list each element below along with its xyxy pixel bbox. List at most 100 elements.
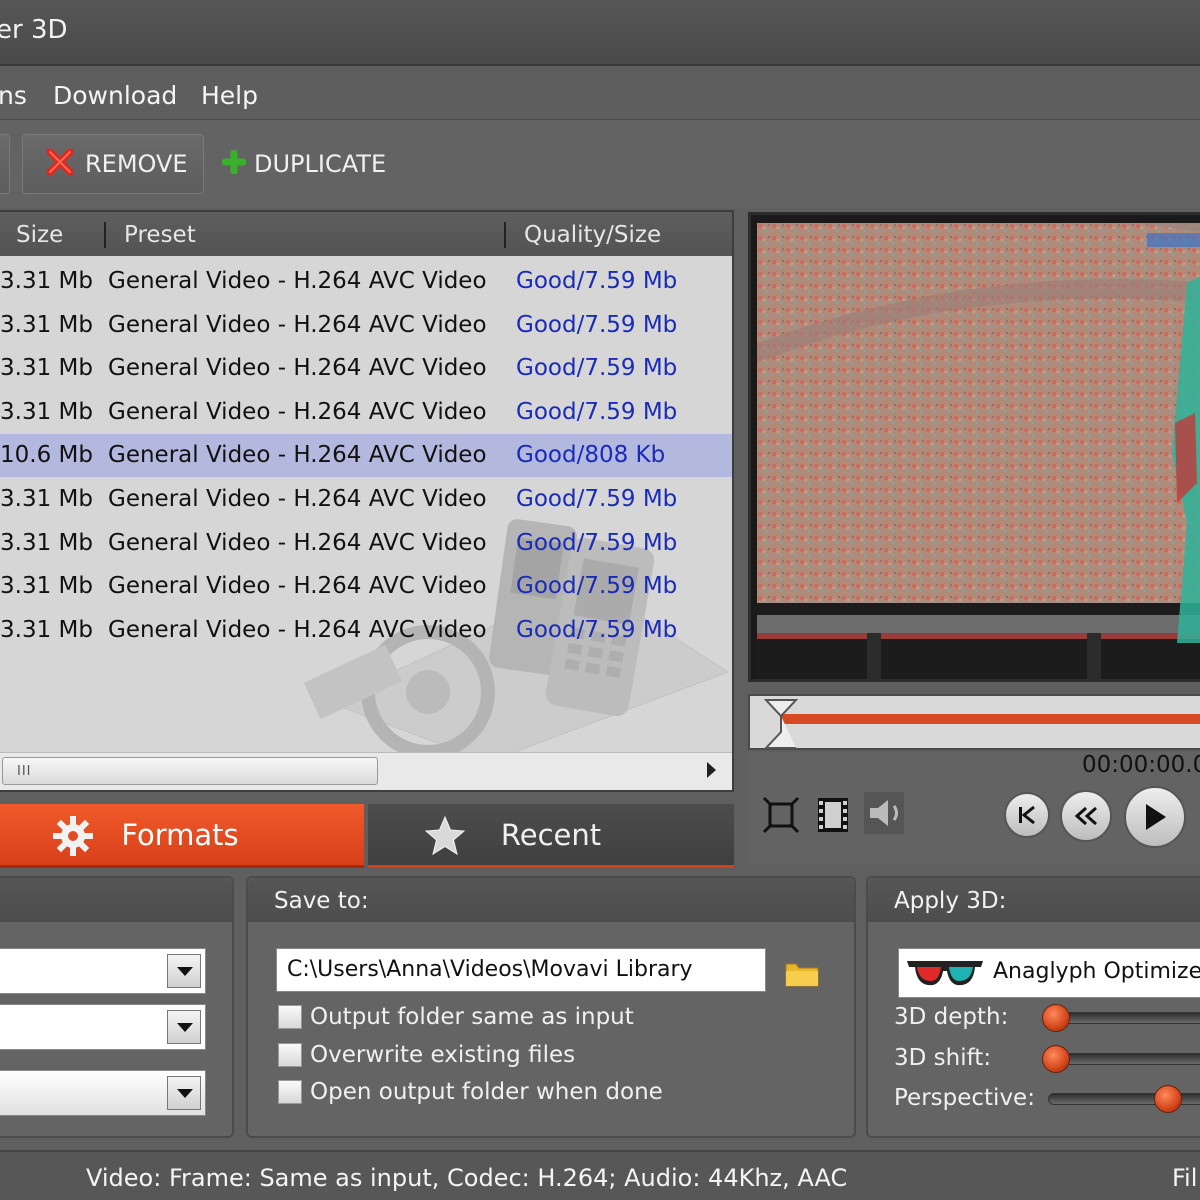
fullscreen-icon[interactable] (762, 796, 800, 838)
apply-3d-panel: Apply 3D: Anaglyph Optimized 3D depth: 3… (866, 876, 1200, 1138)
status-text-right: Fil (1172, 1164, 1198, 1192)
cell-preset: General Video - H.264 AVC Video (108, 355, 487, 382)
cell-quality-size[interactable]: Good/7.59 Mb (516, 486, 677, 512)
folder-icon[interactable] (784, 958, 820, 992)
status-bar: Video: Frame: Same as input, Codec: H.26… (0, 1150, 1200, 1200)
column-header-quality[interactable]: Quality/Size (524, 222, 661, 248)
3d-depth-slider-knob[interactable] (1042, 1004, 1070, 1032)
checkbox-overwrite-files[interactable]: Overwrite existing files (278, 1042, 575, 1068)
file-list: Size Preset Quality/Size 3.31 Mb General … (0, 210, 734, 792)
3d-shift-slider[interactable] (1048, 1053, 1200, 1065)
save-to-panel: Save to: C:\Users\Anna\Videos\Movavi Lib… (246, 876, 856, 1138)
output-path-input[interactable]: C:\Users\Anna\Videos\Movavi Library (276, 948, 766, 992)
horizontal-scrollbar[interactable]: III (0, 752, 732, 790)
cell-quality-size[interactable]: Good/7.59 Mb (516, 312, 677, 338)
cell-preset: General Video - H.264 AVC Video (108, 616, 487, 643)
remove-button[interactable]: REMOVE (22, 134, 204, 194)
anaglyph-glasses-icon (905, 953, 985, 997)
3d-depth-label: 3D depth: (894, 1004, 1009, 1030)
menu-item-help[interactable]: Help (201, 81, 258, 110)
checkbox-label: Output folder same as input (310, 1004, 634, 1030)
table-row[interactable]: 3.31 Mb General Video - H.264 AVC Video Go… (0, 565, 732, 608)
cell-size: 3.31 Mb (0, 573, 93, 600)
checkbox-box[interactable] (278, 1043, 302, 1067)
title-bar: er 3D (0, 0, 1200, 66)
column-header-preset[interactable]: Preset (124, 222, 196, 248)
chevron-down-icon[interactable] (167, 1010, 201, 1044)
output-format-select[interactable] (0, 948, 206, 994)
toolbar: REMOVE DUPLICATE (0, 120, 1200, 208)
checkbox-label: Overwrite existing files (310, 1042, 576, 1068)
cell-quality-size[interactable]: Good/7.59 Mb (516, 268, 677, 294)
table-row[interactable]: 3.31 Mb General Video - H.264 AVC Video Go… (0, 522, 732, 565)
apply-3d-title: Apply 3D: (894, 888, 1007, 914)
column-separator[interactable] (504, 222, 506, 248)
cell-quality-size[interactable]: Good/7.59 Mb (516, 355, 677, 381)
film-strip-icon[interactable] (816, 796, 850, 838)
table-row[interactable]: 3.31 Mb General Video - H.264 AVC Video Go… (0, 609, 732, 652)
checkbox-open-folder-when-done[interactable]: Open output folder when done (278, 1079, 663, 1105)
perspective-slider-knob[interactable] (1154, 1085, 1182, 1113)
checkbox-box[interactable] (278, 1005, 302, 1029)
cell-size: 3.31 Mb (0, 398, 93, 425)
3d-shift-slider-knob[interactable] (1042, 1045, 1070, 1073)
output-path-value: C:\Users\Anna\Videos\Movavi Library (287, 957, 693, 982)
playhead-marker-icon[interactable] (760, 698, 800, 750)
output-quality-select[interactable] (0, 1070, 206, 1116)
duplicate-button[interactable]: DUPLICATE (221, 134, 387, 194)
scrollbar-thumb[interactable]: III (2, 757, 378, 785)
checkbox-box[interactable] (278, 1080, 302, 1104)
video-preview[interactable] (748, 212, 1200, 682)
scroll-right-arrow-icon[interactable] (707, 762, 716, 778)
table-row[interactable]: 10.6 Mb General Video - H.264 AVC Video Go… (0, 434, 732, 478)
duplicate-label: DUPLICATE (254, 150, 387, 178)
timeline-slider[interactable] (748, 694, 1200, 750)
column-header-size[interactable]: Size (16, 222, 63, 248)
output-settings-panel (0, 876, 234, 1138)
3d-depth-slider[interactable] (1048, 1012, 1200, 1024)
table-row[interactable]: 3.31 Mb General Video - H.264 AVC Video Go… (0, 478, 732, 521)
chevron-down-icon[interactable] (167, 954, 201, 988)
menu-item-settings[interactable]: ns (0, 81, 27, 110)
volume-icon[interactable] (864, 792, 904, 834)
cell-quality-size[interactable]: Good/7.59 Mb (516, 573, 677, 599)
cell-quality-size[interactable]: Good/7.59 Mb (516, 617, 677, 643)
gear-icon (52, 815, 94, 864)
table-row[interactable]: 3.31 Mb General Video - H.264 AVC Video Go… (0, 391, 732, 434)
3d-mode-select[interactable]: Anaglyph Optimized (898, 948, 1200, 998)
3d-shift-label: 3D shift: (894, 1045, 992, 1071)
3d-mode-value: Anaglyph Optimized (993, 959, 1200, 984)
cell-quality-size[interactable]: Good/7.59 Mb (516, 530, 677, 556)
cell-quality-size[interactable]: Good/7.59 Mb (516, 399, 677, 425)
skip-start-icon (1019, 805, 1035, 825)
checkbox-output-same-folder[interactable]: Output folder same as input (278, 1004, 634, 1030)
table-row[interactable]: 3.31 Mb General Video - H.264 AVC Video Go… (0, 304, 732, 347)
cell-preset: General Video - H.264 AVC Video (108, 268, 487, 294)
play-button[interactable] (1124, 786, 1186, 848)
cell-size: 3.31 Mb (0, 355, 93, 382)
cell-quality-size[interactable]: Good/808 Kb (516, 442, 665, 468)
output-preset-select[interactable] (0, 1004, 206, 1050)
menu-item-download[interactable]: Download (53, 81, 177, 110)
output-settings-header (0, 878, 232, 922)
cell-preset: General Video - H.264 AVC Video (108, 486, 487, 512)
chevron-down-icon[interactable] (167, 1076, 201, 1110)
toolbar-button-previous[interactable] (0, 134, 10, 194)
column-separator[interactable] (104, 222, 106, 248)
cell-preset: General Video - H.264 AVC Video (108, 398, 487, 425)
table-row[interactable]: 3.31 Mb General Video - H.264 AVC Video Go… (0, 347, 732, 390)
menu-bar: ns Download Help (0, 66, 1200, 120)
rewind-button[interactable] (1060, 790, 1112, 842)
cell-size: 3.31 Mb (0, 616, 93, 643)
player-controls: 00:00:00.0 (748, 752, 1200, 864)
cell-preset: General Video - H.264 AVC Video (108, 311, 487, 338)
timecode-display: 00:00:00.0 (1082, 752, 1200, 778)
status-text: Video: Frame: Same as input, Codec: H.26… (86, 1164, 848, 1192)
tab-formats[interactable]: Formats (0, 804, 364, 868)
table-row[interactable]: 3.31 Mb General Video - H.264 AVC Video Go… (0, 260, 732, 303)
timeline-progress (780, 714, 1200, 724)
tab-recent[interactable]: Recent (368, 804, 734, 868)
cell-size: 10.6 Mb (0, 442, 93, 469)
skip-to-start-button[interactable] (1004, 792, 1050, 838)
star-icon (424, 815, 466, 864)
